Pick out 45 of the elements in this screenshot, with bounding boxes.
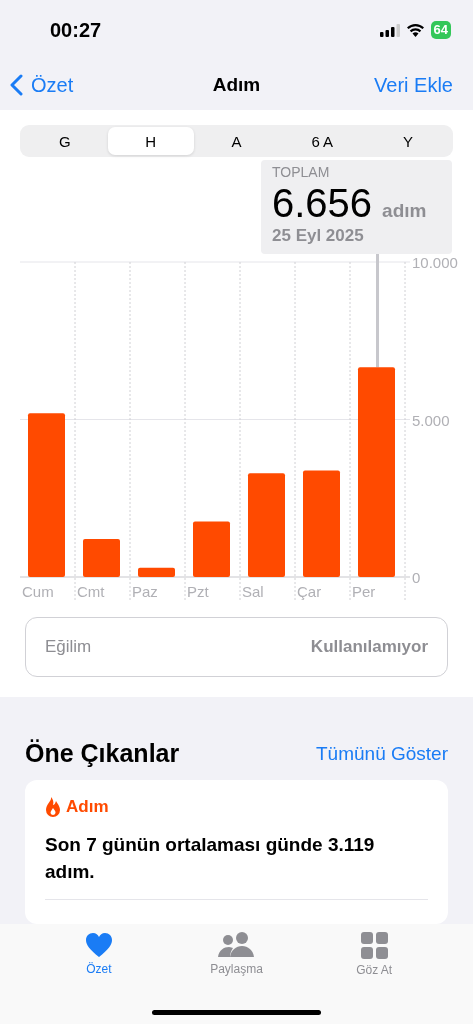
heart-icon [84, 932, 113, 958]
tab-bar-item[interactable]: Özet [53, 932, 144, 984]
signal-icon [379, 23, 400, 37]
add-data-button[interactable]: Veri Ekle [374, 73, 453, 97]
status-time: 00:27 [50, 18, 102, 42]
highlight-card[interactable]: Adım Son 7 günün ortalaması günde 3.119 adım. [25, 780, 448, 924]
range-segment[interactable]: Y [365, 127, 451, 155]
people-icon [217, 932, 256, 958]
trend-value: Kullanılamıyor [310, 637, 428, 657]
range-segment[interactable]: G [22, 127, 108, 155]
range-segment[interactable]: A [193, 127, 280, 155]
axis-label: Cum [22, 583, 54, 600]
axis-label: Paz [132, 583, 158, 600]
axis-label: Cmt [77, 583, 105, 600]
chevron-left-icon [10, 74, 23, 96]
trend-label: Eğilim [45, 637, 92, 657]
screen-title: Adım [212, 74, 261, 95]
flame-icon [45, 797, 61, 817]
battery-level: 64 [430, 21, 451, 39]
summary-date: 25 Eyl 2025 [272, 226, 364, 246]
axis-label: Pzt [187, 583, 209, 600]
range-segment[interactable]: 6 A [279, 127, 366, 155]
grid-icon [360, 932, 388, 959]
trend-row[interactable]: Eğilim Kullanılamıyor [25, 617, 448, 677]
back-button[interactable]: Özet [10, 73, 74, 97]
summary-unit: adım [382, 200, 427, 222]
card-category: Adım [66, 797, 109, 817]
axis-label: 10.000 [412, 254, 458, 271]
section-title: Öne Çıkanlar [25, 739, 180, 768]
axis-label: 5.000 [412, 411, 450, 429]
axis-label: Çar [297, 583, 322, 600]
summary-value: 6.656 [272, 180, 373, 226]
tab-bar-item[interactable]: Göz At [329, 932, 420, 984]
bar [138, 567, 175, 577]
wifi-icon [405, 23, 425, 37]
bar [193, 521, 230, 577]
tab-bar-item[interactable]: Paylaşma [191, 932, 282, 984]
show-all-link[interactable]: Tümünü Göster [316, 742, 448, 765]
axis-label: 0 [412, 569, 421, 586]
summary-label: TOPLAM [272, 164, 330, 180]
highlight-text: Son 7 günün ortalaması günde 3.119 adım. [45, 831, 428, 900]
axis-label: Per [352, 583, 376, 600]
bar [83, 538, 120, 577]
axis-label: Sal [242, 583, 264, 600]
range-segment[interactable]: H [107, 127, 194, 155]
